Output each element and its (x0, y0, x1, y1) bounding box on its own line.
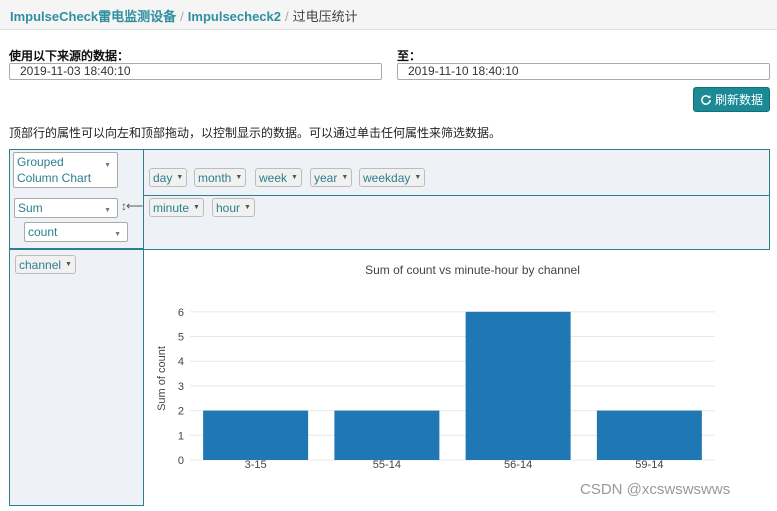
chevron-down-icon: ▼ (114, 231, 121, 238)
attr-pill-label: weekday (363, 170, 411, 185)
pivot-row-attrs-area (9, 249, 144, 506)
y-tick-label: 2 (178, 406, 184, 418)
grouped-column-chart: Sum of count vs minute-hour by channel Su… (156, 263, 715, 471)
x-tick-label: 59-14 (635, 459, 663, 471)
attr-pill-day[interactable]: day ▼ (149, 168, 188, 187)
breadcrumb-device-link[interactable]: ImpulseCheck雷电监测设备 (10, 9, 176, 24)
aggregator-field-select[interactable]: count ▼ (24, 222, 128, 242)
bar (334, 410, 440, 460)
renderer-select[interactable]: Grouped Column Chart ▼ (13, 152, 118, 188)
attr-pill-label: day (153, 170, 173, 185)
attr-pill-label: year (314, 170, 338, 185)
breadcrumb-current: 过电压统计 (292, 9, 358, 24)
chevron-down-icon: ▼ (65, 261, 72, 268)
col-attr-pill-hour[interactable]: hour ▼ (212, 198, 255, 217)
attr-pill-weekday[interactable]: weekday ▼ (359, 168, 426, 187)
refresh-data-button[interactable]: 刷新数据 (693, 87, 770, 112)
aggregator-select-value: Sum (18, 201, 43, 215)
bar (596, 410, 702, 460)
to-date-label: 至： (397, 49, 422, 63)
attr-pill-label: minute (153, 200, 190, 215)
attr-pill-label: channel (19, 257, 62, 272)
y-tick-label: 5 (178, 332, 184, 344)
col-attr-pill-minute[interactable]: minute ▼ (149, 198, 204, 217)
breadcrumb-separator: / (285, 9, 289, 24)
chevron-down-icon: ▼ (341, 174, 349, 181)
chevron-down-icon: ▼ (176, 174, 184, 181)
renderer-select-line1: Grouped (17, 155, 64, 169)
aggregator-field-value: count (28, 225, 58, 239)
attr-pill-label: week (259, 170, 288, 185)
breadcrumb-separator: / (180, 9, 184, 24)
y-tick-label: 1 (178, 430, 184, 442)
y-tick-label: 3 (178, 381, 184, 393)
chevron-down-icon: ▼ (104, 207, 111, 214)
y-axis-label: Sum of count (156, 346, 168, 411)
aggregator-select[interactable]: Sum ▼ (14, 198, 118, 218)
chart-area: Sum of count vs minute-hour by channel Su… (145, 250, 775, 506)
chevron-down-icon: ▼ (235, 174, 243, 181)
swap-order-icon[interactable]: ↕⟵ (121, 199, 143, 213)
y-tick-label: 0 (178, 455, 184, 467)
chart-title: Sum of count vs minute-hour by channel (365, 263, 580, 277)
attr-pill-month[interactable]: month ▼ (194, 168, 247, 187)
from-date-label: 使用以下来源的数据： (9, 49, 130, 63)
pivot-instruction: 顶部行的属性可以向左和顶部拖动，以控制显示的数据。可以通过单击任何属性来筛选数据… (9, 126, 502, 140)
bar (465, 311, 571, 460)
refresh-data-label: 刷新数据 (714, 93, 763, 107)
x-tick-label: 56-14 (504, 459, 532, 471)
breadcrumb: ImpulseCheck雷电监测设备 / Impulsecheck2/过电压统计 (0, 0, 777, 30)
bar (203, 410, 309, 460)
renderer-select-line2: Column Chart (17, 171, 92, 185)
attr-pill-year[interactable]: year ▼ (310, 168, 353, 187)
chevron-down-icon: ▼ (104, 162, 111, 169)
attr-pill-label: hour (216, 200, 241, 215)
chevron-down-icon: ▼ (244, 204, 251, 211)
row-attr-pill-channel[interactable]: channel ▼ (15, 255, 76, 274)
breadcrumb-impulsecheck2-link[interactable]: Impulsecheck2 (188, 9, 281, 24)
chevron-down-icon: ▼ (414, 174, 422, 181)
x-tick-label: 55-14 (373, 459, 401, 471)
attr-pill-week[interactable]: week ▼ (255, 168, 302, 187)
refresh-icon (701, 94, 711, 105)
watermark: CSDN @xcswswswws (580, 481, 731, 498)
from-date-input[interactable]: 2019-11-03 18:40:10 (9, 63, 382, 80)
x-tick-label: 3-15 (245, 459, 267, 471)
to-date-input[interactable]: 2019-11-10 18:40:10 (397, 63, 770, 80)
chevron-down-icon: ▼ (193, 204, 200, 211)
chevron-down-icon: ▼ (291, 174, 298, 181)
attr-pill-label: month (198, 170, 232, 185)
y-tick-label: 6 (178, 307, 184, 319)
y-tick-label: 4 (178, 356, 184, 368)
